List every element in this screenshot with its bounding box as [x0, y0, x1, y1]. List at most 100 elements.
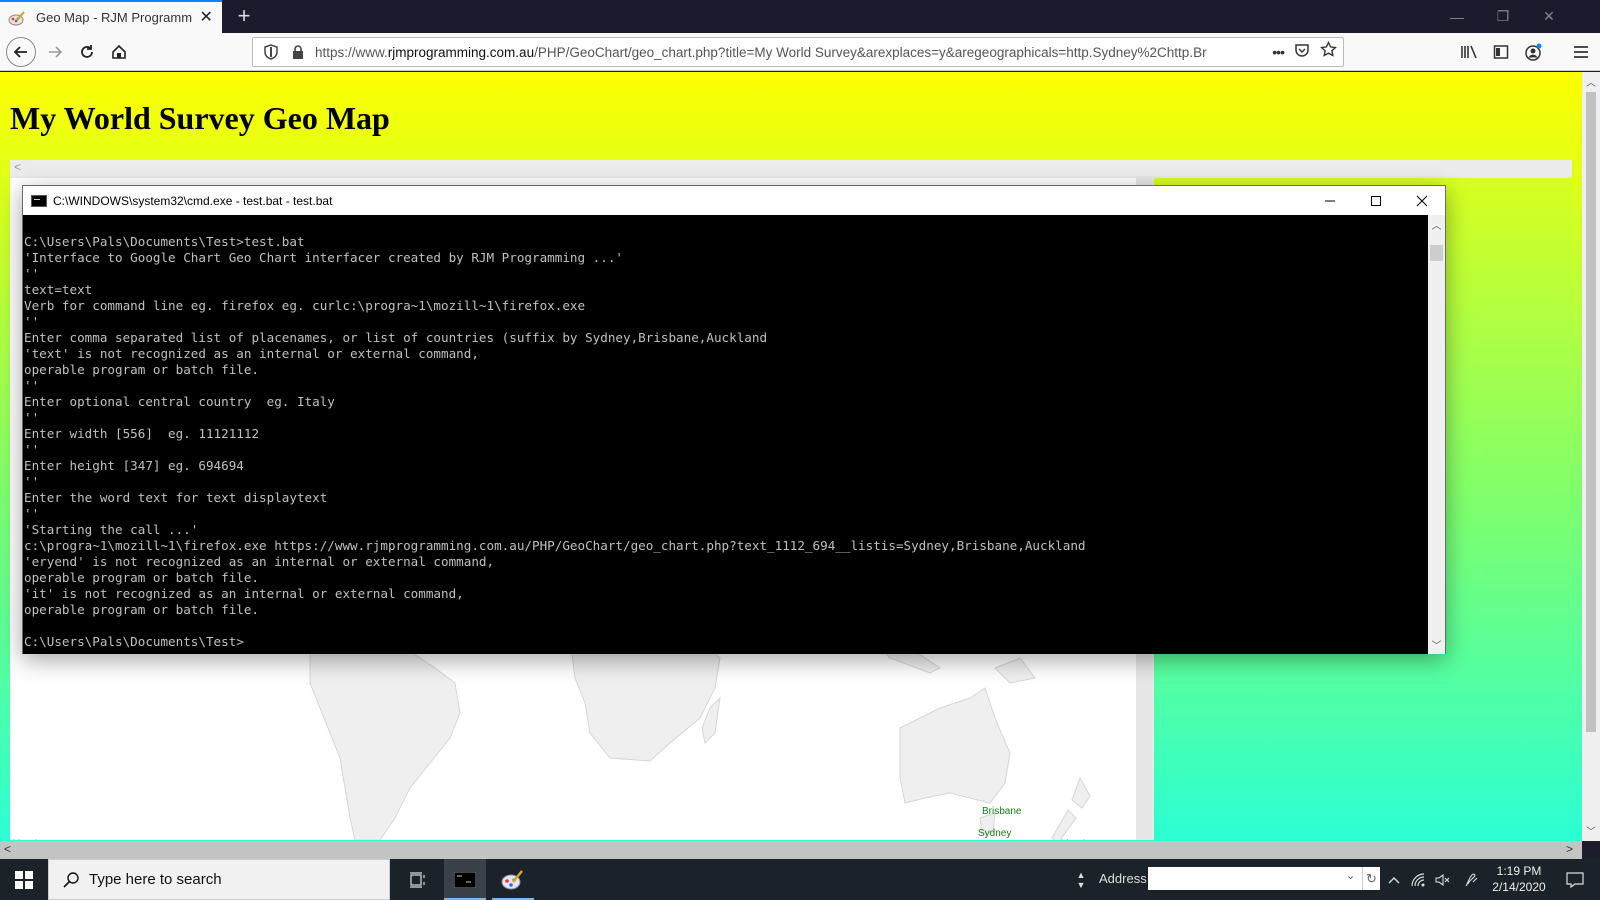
scroll-right-icon[interactable]: > — [1566, 842, 1573, 856]
bookmark-star-icon[interactable] — [1320, 40, 1337, 63]
page-horizontal-scrollbar[interactable]: < > — [0, 841, 1582, 859]
tab-geo-map[interactable]: Geo Map - RJM Programming ✕ — [0, 0, 222, 33]
cmd-output-line: '' — [24, 506, 40, 521]
cmd-output-line: Verb for command line eg. firefox eg. cu… — [24, 298, 586, 313]
cmd-output-line — [24, 218, 1429, 234]
scroll-up-icon[interactable]: ︿ — [1428, 217, 1445, 232]
map-label-brisbane[interactable]: Brisbane — [982, 806, 1021, 817]
sidebar-icon[interactable] — [1490, 41, 1512, 63]
taskbar-cmd-app[interactable] — [444, 859, 486, 900]
cmd-output-line: C:\Users\Pals\Documents\Test>test.bat — [24, 234, 305, 249]
close-icon — [1416, 195, 1428, 206]
map-label-auckland-wrapped[interactable]: ckland — [10, 839, 37, 840]
show-hidden-icons-button[interactable] — [1384, 859, 1404, 900]
new-guinea-landmass — [994, 657, 1036, 684]
task-view-button[interactable] — [398, 859, 438, 900]
volume-button[interactable] — [1432, 859, 1454, 900]
australia-landmass — [899, 687, 1011, 804]
cmd-scroll-thumb[interactable] — [1430, 245, 1443, 261]
reload-button[interactable] — [72, 37, 102, 67]
home-icon — [112, 44, 126, 59]
restore-window-button[interactable]: ❐ — [1480, 0, 1526, 33]
paint-app-icon — [501, 869, 523, 889]
chevron-up-icon — [1388, 876, 1400, 883]
pen-workspace-button[interactable] — [1460, 859, 1484, 900]
cmd-app-icon — [31, 194, 47, 207]
scroll-down-icon[interactable]: ﹀ — [1428, 637, 1445, 652]
cmd-output-line: C:\Users\Pals\Documents\Test> — [24, 634, 244, 649]
browser-tab-bar: Geo Map - RJM Programming ✕ + — ❐ ✕ — [0, 0, 1600, 33]
taskbar-paint-app[interactable] — [492, 859, 534, 900]
forward-arrow-icon — [49, 46, 63, 58]
account-icon[interactable] — [1522, 41, 1544, 63]
shield-icon[interactable] — [259, 44, 283, 60]
reload-icon — [81, 45, 93, 58]
forward-button[interactable] — [40, 37, 70, 67]
scroll-left-icon[interactable]: < — [14, 160, 21, 174]
cmd-output-line: '' — [24, 410, 40, 425]
cmd-output-line: '' — [24, 266, 40, 281]
url-prefix: https://www. — [315, 44, 388, 60]
page-vertical-scroll-thumb[interactable] — [1586, 92, 1596, 732]
minimize-icon — [1325, 200, 1335, 201]
address-toolbar-label: Address — [1099, 871, 1147, 886]
address-dropdown-icon[interactable]: ⌄ — [1346, 869, 1355, 882]
address-refresh-icon[interactable]: ↻ — [1362, 867, 1380, 890]
scroll-up-icon[interactable]: ︿ — [1582, 74, 1600, 90]
search-icon — [63, 871, 79, 888]
map-label-auckland[interactable]: Auckland — [1044, 839, 1085, 840]
cmd-output-line: text=text — [24, 282, 93, 297]
lock-icon[interactable] — [287, 45, 309, 59]
back-arrow-icon — [13, 46, 27, 58]
taskbar-search-box[interactable]: Type here to search — [48, 859, 390, 900]
address-toolbar-input[interactable] — [1148, 867, 1374, 890]
minimize-window-button[interactable]: — — [1434, 0, 1480, 33]
back-button[interactable] — [6, 37, 36, 67]
system-clock[interactable]: 1:19 PM 2/14/2020 — [1488, 863, 1550, 895]
hamburger-menu-icon[interactable] — [1570, 41, 1592, 63]
toolbar-scroll-buttons[interactable]: ▲ ▼ — [1074, 859, 1088, 900]
page-title: My World Survey Geo Map — [10, 100, 390, 136]
cmd-window-title: C:\WINDOWS\system32\cmd.exe - test.bat -… — [53, 193, 333, 208]
close-tab-icon[interactable]: ✕ — [198, 9, 214, 26]
frame-horizontal-scrollbar[interactable]: < — [10, 160, 1572, 176]
library-icon[interactable] — [1458, 41, 1480, 63]
cmd-app-icon — [454, 871, 476, 888]
chevron-down-icon[interactable]: ▼ — [1077, 880, 1086, 890]
cmd-vertical-scrollbar[interactable]: ︿ ﹀ — [1428, 215, 1445, 654]
new-tab-button[interactable]: + — [232, 4, 256, 28]
cmd-output-line: 'it' is not recognized as an internal or… — [24, 586, 464, 601]
cmd-maximize-button[interactable] — [1353, 186, 1399, 215]
url-text[interactable]: https://www.rjmprogramming.com.au/PHP/Ge… — [315, 45, 1243, 60]
page-vertical-scrollbar[interactable]: ︿ ﹀ — [1582, 72, 1600, 841]
map-label-sydney[interactable]: Sydney — [978, 828, 1011, 839]
cmd-window[interactable]: C:\WINDOWS\system32\cmd.exe - test.bat -… — [22, 185, 1446, 654]
cmd-output-line: Enter optional central country eg. Italy — [24, 394, 335, 409]
cmd-output-line: Enter the word text for text displaytext — [24, 490, 328, 505]
task-view-icon — [410, 871, 425, 888]
clock-time: 1:19 PM — [1496, 864, 1542, 878]
clock-date: 2/14/2020 — [1492, 880, 1546, 894]
cmd-output-line: 'Starting the call ...' — [24, 522, 199, 537]
network-button[interactable] — [1408, 859, 1430, 900]
start-button[interactable] — [0, 859, 48, 900]
url-bar[interactable]: https://www.rjmprogramming.com.au/PHP/Ge… — [252, 37, 1344, 67]
chevron-up-icon[interactable]: ▲ — [1077, 870, 1086, 880]
cmd-minimize-button[interactable] — [1307, 186, 1353, 215]
scroll-down-icon[interactable]: ﹀ — [1582, 823, 1600, 839]
close-window-button[interactable]: ✕ — [1526, 0, 1572, 33]
tab-title: Geo Map - RJM Programming — [36, 10, 193, 25]
cmd-output-line: Enter comma separated list of placenames… — [24, 330, 768, 345]
more-dots-icon[interactable]: ••• — [1272, 44, 1285, 60]
cmd-title-bar[interactable]: C:\WINDOWS\system32\cmd.exe - test.bat -… — [23, 186, 1445, 215]
pocket-icon[interactable] — [1294, 42, 1310, 63]
maximize-icon — [1371, 195, 1381, 206]
cmd-close-button[interactable] — [1399, 186, 1445, 215]
paint-palette-icon — [8, 10, 26, 26]
scroll-left-icon[interactable]: < — [4, 842, 11, 856]
pen-icon — [1465, 873, 1478, 886]
action-center-button[interactable] — [1560, 859, 1590, 900]
cmd-output-line: Enter height [347] eg. 694694 — [24, 458, 244, 473]
cmd-console-output[interactable]: C:\Users\Pals\Documents\Test>test.bat 'In… — [23, 215, 1429, 654]
home-button[interactable] — [104, 37, 134, 67]
